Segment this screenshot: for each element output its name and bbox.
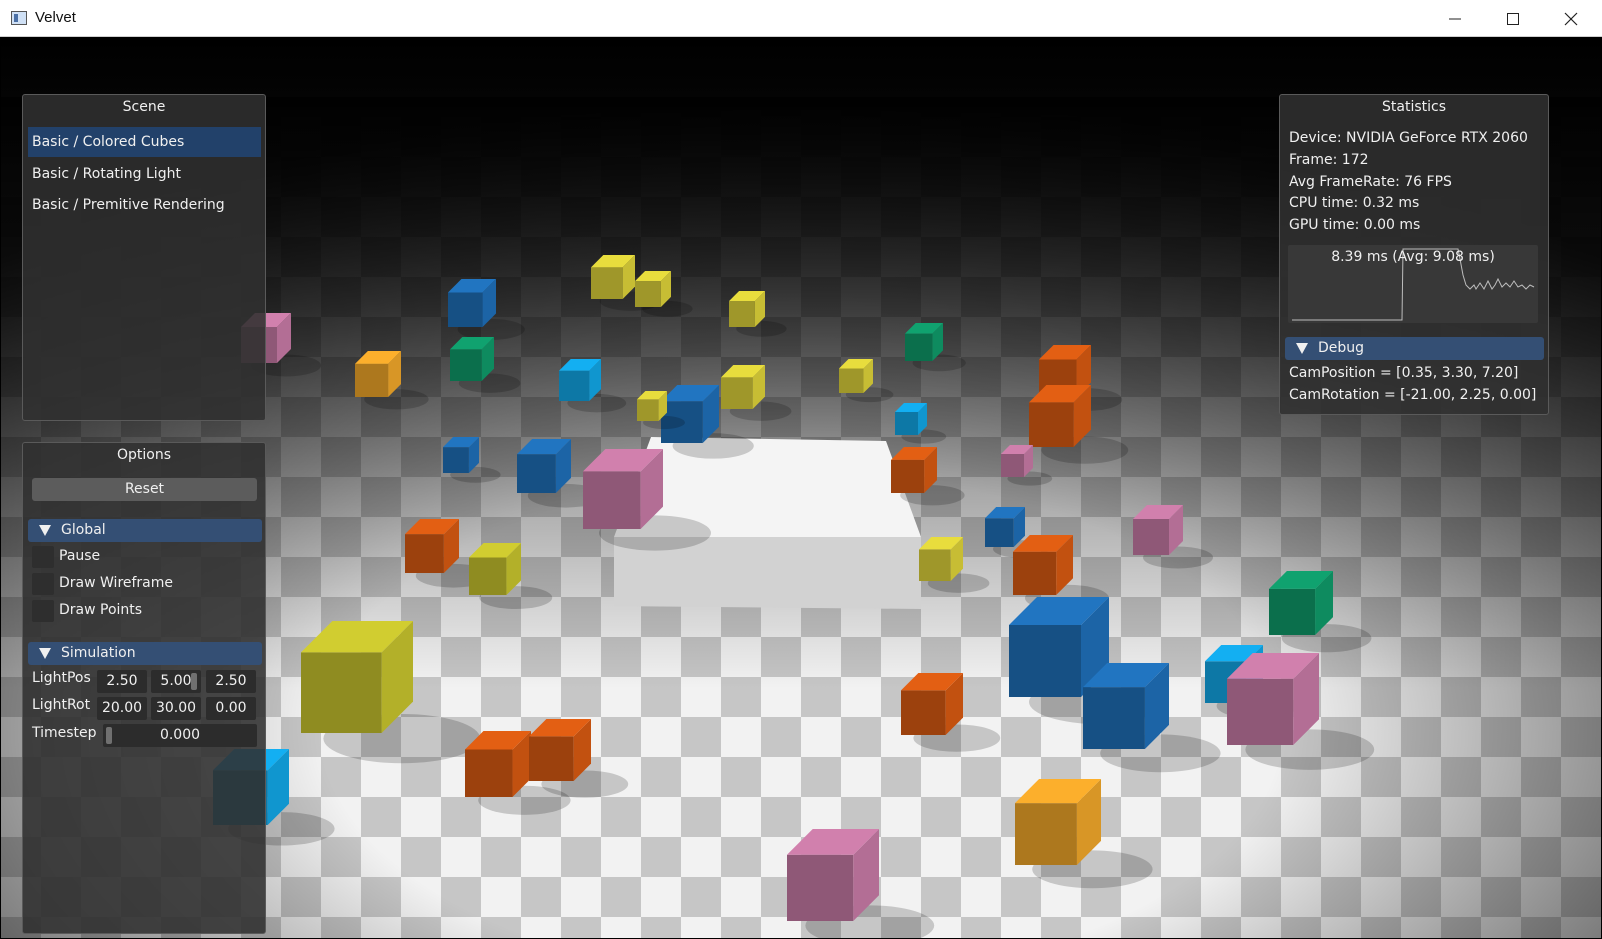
drag-handle[interactable] (191, 673, 197, 690)
statistics-panel-title: Statistics (1382, 99, 1446, 115)
lightrot-y-value: 30.00 (155, 700, 197, 716)
app-icon (11, 11, 27, 25)
statistics-panel: Statistics Device: NVIDIA GeForce RTX 20… (1279, 94, 1549, 415)
lightrot-z-value: 0.00 (215, 700, 247, 716)
gpu-time-text: GPU time: 0.00 ms (1289, 217, 1421, 233)
window-title: Velvet (35, 9, 76, 26)
lightpos-y-field[interactable]: 5.00 (151, 670, 201, 693)
lightpos-z-field[interactable]: 2.50 (206, 670, 256, 693)
collapse-arrow-icon (1296, 343, 1308, 354)
lightrot-label: LightRot (32, 697, 91, 713)
draw-wireframe-checkbox[interactable] (32, 573, 54, 595)
simulation-section-label: Simulation (61, 645, 136, 661)
minimize-icon (1449, 18, 1461, 20)
collapse-arrow-icon (39, 525, 51, 536)
title-bar: Velvet (0, 0, 1602, 37)
pause-label: Pause (59, 548, 101, 564)
close-button[interactable] (1542, 0, 1600, 37)
lightpos-x-field[interactable]: 2.50 (97, 670, 147, 693)
timestep-label: Timestep (32, 725, 97, 741)
global-section-header[interactable]: Global (28, 519, 262, 542)
cam-position-text: CamPosition = [0.35, 3.30, 7.20] (1289, 365, 1519, 381)
lightrot-x-value: 20.00 (101, 700, 143, 716)
global-section-label: Global (61, 522, 106, 538)
slider-handle[interactable] (106, 727, 112, 744)
maximize-button[interactable] (1484, 0, 1542, 37)
scene-item-primitive-rendering[interactable]: Basic / Premitive Rendering (28, 190, 261, 220)
minimize-button[interactable] (1426, 0, 1484, 37)
debug-section-label: Debug (1318, 340, 1365, 356)
frame-time-graph: 8.39 ms (Avg: 9.08 ms) (1288, 245, 1538, 323)
collapse-arrow-icon (39, 648, 51, 659)
frame-text: Frame: 172 (1289, 152, 1369, 168)
reset-button[interactable]: Reset (32, 478, 257, 501)
draw-points-checkbox[interactable] (32, 600, 54, 622)
draw-wireframe-label: Draw Wireframe (59, 575, 174, 591)
cpu-time-text: CPU time: 0.32 ms (1289, 195, 1420, 211)
pause-checkbox[interactable] (32, 546, 54, 568)
render-viewport[interactable]: Scene Basic / Colored Cubes Basic / Rota… (1, 37, 1601, 938)
frame-time-label: 8.39 ms (Avg: 9.08 ms) (1331, 249, 1495, 265)
framerate-text: Avg FrameRate: 76 FPS (1289, 174, 1452, 190)
simulation-section-header[interactable]: Simulation (28, 642, 262, 665)
lightrot-y-field[interactable]: 30.00 (151, 697, 201, 720)
debug-section-header[interactable]: Debug (1285, 337, 1544, 360)
lightpos-y-value: 5.00 (160, 673, 192, 689)
close-icon (1564, 12, 1578, 26)
draw-points-label: Draw Points (59, 602, 143, 618)
scene-item-rotating-light[interactable]: Basic / Rotating Light (28, 159, 261, 189)
scene-item-colored-cubes[interactable]: Basic / Colored Cubes (28, 127, 261, 157)
maximize-icon (1507, 13, 1519, 25)
lightrot-z-field[interactable]: 0.00 (206, 697, 256, 720)
cam-rotation-text: CamRotation = [-21.00, 2.25, 0.00] (1289, 387, 1537, 403)
lightpos-x-value: 2.50 (106, 673, 138, 689)
options-panel: Options Reset Global Pause Draw Wirefram… (22, 442, 266, 934)
scene-panel: Scene Basic / Colored Cubes Basic / Rota… (22, 94, 266, 421)
device-text: Device: NVIDIA GeForce RTX 2060 (1289, 130, 1528, 146)
timestep-value: 0.000 (159, 727, 201, 743)
options-panel-title: Options (116, 447, 172, 463)
lightpos-label: LightPos (32, 670, 91, 686)
lightpos-z-value: 2.50 (215, 673, 247, 689)
timestep-slider[interactable]: 0.000 (103, 724, 257, 747)
scene-panel-title: Scene (122, 99, 166, 115)
lightrot-x-field[interactable]: 20.00 (97, 697, 147, 720)
